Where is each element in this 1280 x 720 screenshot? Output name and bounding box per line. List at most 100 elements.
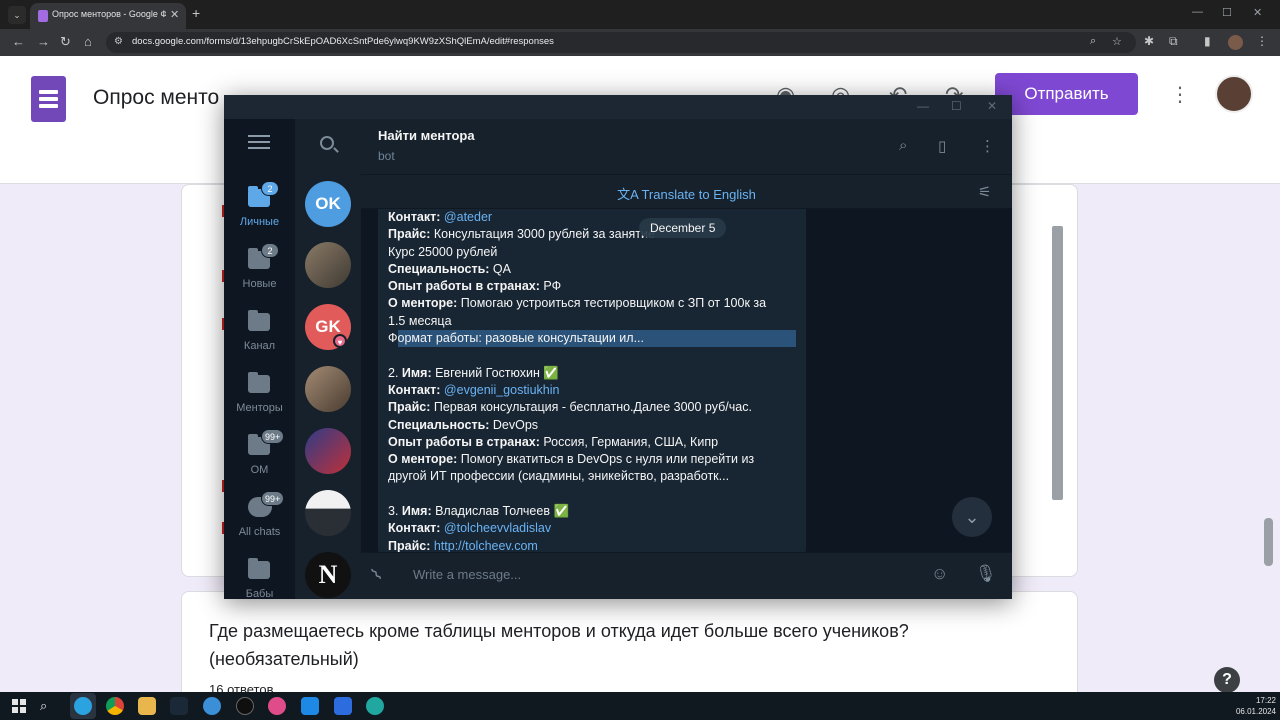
telegram-titlebar[interactable]: — ☐ ✕ [224, 95, 1012, 119]
card-scrollbar[interactable] [1052, 226, 1063, 500]
bookmark-star-icon[interactable]: ☆ [1112, 35, 1122, 48]
tg-minimize-icon[interactable]: — [917, 99, 929, 113]
minimize-icon[interactable]: — [1192, 6, 1203, 18]
search-icon[interactable] [320, 136, 334, 150]
app2-taskbar-icon[interactable] [301, 697, 319, 715]
scroll-down-icon[interactable]: ⌄ [952, 497, 992, 537]
emoji-icon[interactable]: ☺ [931, 564, 948, 584]
tg-close-icon[interactable]: ✕ [987, 99, 997, 113]
message-composer: ⌇ Write a message... ☺ 🎙 [361, 552, 1012, 599]
music-taskbar-icon[interactable] [268, 697, 286, 715]
browser-tab[interactable]: Опрос менторов - Google Фор ✕ [30, 3, 186, 29]
translate-settings-icon[interactable]: ⚟ [978, 183, 991, 201]
sidebar-toggle-icon[interactable]: ▯ [938, 137, 946, 155]
openai-taskbar-icon[interactable] [236, 697, 254, 715]
folder-label: Личные [239, 216, 280, 228]
back-icon[interactable]: ← [12, 34, 25, 49]
folder-label: Канал [243, 340, 276, 352]
reload-icon[interactable]: ↻ [60, 34, 71, 50]
browser-tabstrip: ⌄ Опрос менторов - Google Фор ✕ + — ☐ ✕ [0, 0, 1280, 29]
help-icon[interactable]: ? [1214, 667, 1240, 693]
check-emoji-icon: ✅ [543, 365, 559, 380]
new-tab-icon[interactable]: + [192, 5, 200, 21]
zoom-taskbar-icon[interactable] [334, 697, 352, 715]
address-bar[interactable]: ⚙ docs.google.com/forms/d/13ehpugbCrSkEp… [106, 32, 1136, 53]
extension-icon[interactable]: ✱ [1144, 34, 1154, 48]
tab-close-icon[interactable]: ✕ [170, 8, 179, 21]
side-panel-icon[interactable]: ▮ [1204, 34, 1211, 48]
home-icon[interactable]: ⌂ [84, 34, 92, 49]
maximize-icon[interactable]: ☐ [1222, 6, 1232, 19]
page-scrollbar[interactable] [1264, 518, 1273, 566]
steam-taskbar-icon[interactable] [170, 697, 188, 715]
tg-maximize-icon[interactable]: ☐ [951, 99, 962, 113]
chat-header: Найти ментора bot ⌕ ▯ ⋮ [361, 119, 1012, 175]
site-info-icon[interactable]: ⚙ [114, 36, 123, 47]
date-divider: December 5 [639, 218, 727, 238]
folder-badge: 99+ [261, 491, 285, 506]
folder-all-chats[interactable]: 99+ All chats [224, 491, 295, 553]
taskbar-clock[interactable]: 17:22 06.01.2024 [1226, 695, 1276, 717]
menu-icon[interactable] [248, 135, 270, 153]
folder-label: Новые [242, 278, 277, 290]
app-taskbar-icon[interactable] [203, 697, 221, 715]
chrome-menu-icon[interactable]: ⋮ [1256, 34, 1268, 48]
tab-search-icon[interactable]: ⌄ [8, 6, 26, 24]
chat-list: OK GK ♥ N [295, 119, 361, 599]
folders-sidebar: 2 Личные 2 Новые Канал Менторы 99+ ОМ 99… [224, 119, 295, 599]
chat-title[interactable]: Найти ментора [378, 128, 475, 143]
chat-search-icon[interactable]: ⌕ [899, 137, 907, 154]
question-text: Где размещаетесь кроме таблицы менторов … [209, 621, 909, 669]
chat-subtitle: bot [378, 149, 395, 163]
message-input[interactable]: Write a message... [413, 567, 521, 582]
user-avatar[interactable] [1215, 75, 1253, 113]
chat-avatar[interactable] [305, 242, 351, 288]
microphone-icon[interactable]: 🎙 [975, 564, 997, 584]
chat-avatar-ok[interactable]: OK [305, 181, 351, 227]
translate-button[interactable]: 文A Translate to English [361, 184, 1012, 203]
form-title[interactable]: Опрос менто [93, 86, 219, 110]
chrome-taskbar-icon[interactable] [106, 697, 124, 715]
edge-taskbar-icon[interactable] [366, 697, 384, 715]
forms-logo-icon[interactable] [31, 76, 66, 122]
chat-avatar[interactable] [305, 366, 351, 412]
translate-bar: 文A Translate to English ⚟ [361, 175, 1012, 209]
chat-avatar[interactable] [305, 428, 351, 474]
taskbar-search-icon[interactable]: ⌕ [40, 698, 47, 714]
zoom-icon[interactable]: ⌕ [1090, 35, 1096, 48]
more-options-icon[interactable]: ⋮ [1170, 82, 1190, 107]
profile-icon[interactable] [1228, 35, 1243, 50]
contact-link[interactable]: @tolcheevvladislav [444, 521, 551, 535]
folder-om[interactable]: 99+ ОМ [224, 429, 295, 491]
folder-mentors[interactable]: Менторы [224, 369, 295, 429]
close-window-icon[interactable]: ✕ [1253, 6, 1262, 19]
folder-new[interactable]: 2 Новые [224, 243, 295, 305]
folder-girls[interactable]: Бабы [224, 555, 295, 599]
start-icon[interactable] [12, 699, 26, 713]
folder-label: All chats [238, 526, 281, 538]
contact-link[interactable]: @evgenii_gostiukhin [444, 383, 560, 397]
website-link[interactable]: http://tolcheev.com [434, 539, 538, 552]
send-button[interactable]: Отправить [995, 73, 1138, 115]
folder-icon [248, 372, 270, 393]
telegram-window: — ☐ ✕ 2 Личные 2 Новые Канал Менторы 99+… [224, 95, 1012, 599]
message-area: Контакт: @ateder Прайс: Консультация 300… [361, 209, 1012, 552]
check-emoji-icon: ✅ [553, 504, 570, 519]
telegram-taskbar-icon[interactable] [74, 697, 92, 715]
chat-menu-icon[interactable]: ⋮ [980, 137, 995, 155]
attach-icon[interactable]: ⌇ [368, 565, 387, 586]
folder-badge: 2 [261, 243, 279, 258]
contact-link[interactable]: @ateder [444, 210, 492, 224]
tab-title: Опрос менторов - Google Фор [52, 9, 166, 19]
folder-channel[interactable]: Канал [224, 307, 295, 367]
folder-label: Менторы [236, 402, 283, 414]
clock-time: 17:22 [1255, 696, 1276, 705]
translate-label: Translate to English [641, 187, 756, 202]
folder-personal[interactable]: 2 Личные [224, 181, 295, 243]
message-text[interactable]: Контакт: @ateder Прайс: Консультация 300… [388, 209, 800, 552]
explorer-taskbar-icon[interactable] [138, 697, 156, 715]
forward-icon[interactable]: → [37, 34, 50, 49]
chat-avatar[interactable] [305, 490, 351, 536]
puzzle-extensions-icon[interactable]: ⧉ [1169, 34, 1178, 49]
chat-avatar-n[interactable]: N [305, 552, 351, 598]
